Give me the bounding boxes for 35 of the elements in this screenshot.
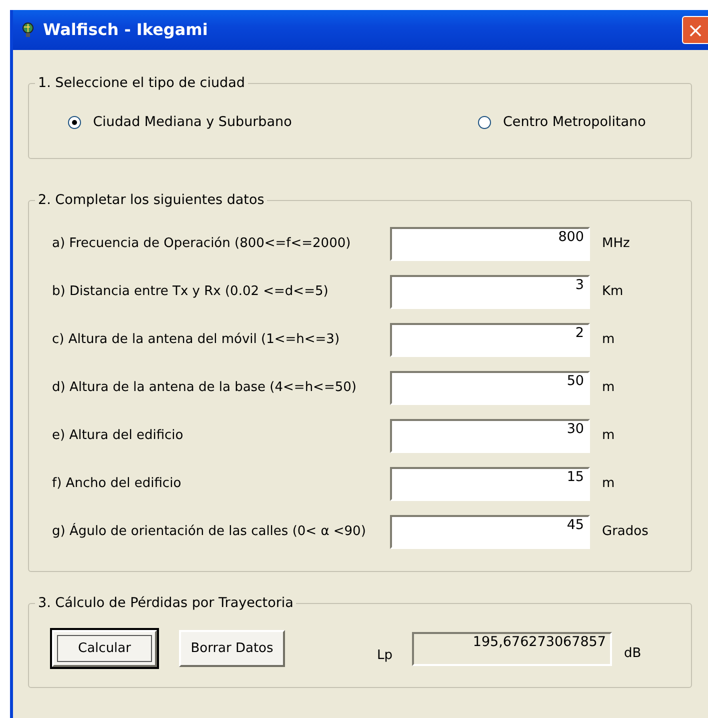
group-legend: 3. Cálculo de Pérdidas por Trayectoria [35, 594, 296, 612]
input-field[interactable]: 30 [390, 419, 590, 453]
input-field[interactable]: 2 [390, 323, 590, 357]
field-label: c) Altura de la antena del móvil (1<=h<=3) [51, 331, 341, 350]
input-field[interactable]: 45 [390, 515, 590, 549]
field-label: b) Distancia entre Tx y Rx (0.02 <=d<=5) [51, 283, 330, 302]
input-field[interactable]: 3 [390, 275, 590, 309]
calculate-button[interactable]: Calcular [52, 630, 157, 667]
unit-label: m [601, 379, 615, 398]
input-field[interactable]: 15 [390, 467, 590, 501]
radio-button[interactable] [68, 116, 81, 129]
unit-label: Grados [601, 523, 648, 542]
unit-label: m [601, 475, 615, 494]
unit-label: MHz [601, 235, 630, 254]
radio-label: Ciudad Mediana y Suburbano [93, 113, 292, 132]
input-field[interactable]: 50 [390, 371, 590, 405]
field-label: a) Frecuencia de Operación (800<=f<=2000) [51, 235, 352, 254]
output-field[interactable]: 195,676273067857 [412, 632, 612, 666]
group-legend: 2. Completar los siguientes datos [35, 191, 268, 209]
close-button[interactable]: × [682, 16, 708, 44]
unit-label: dB [623, 644, 642, 663]
radio-button[interactable] [478, 116, 491, 129]
radio-label: Centro Metropolitano [503, 113, 646, 132]
window-title: Walfisch - Ikegami [43, 19, 208, 41]
field-label: e) Altura del edificio [51, 427, 184, 446]
unit-label: Km [601, 283, 624, 302]
input-field[interactable]: 800 [390, 227, 590, 261]
field-label: f) Ancho del edificio [51, 475, 182, 494]
field-label: g) Águlo de orientación de las calles (0< α <90) [51, 522, 367, 542]
clear-button[interactable]: Borrar Datos [179, 630, 285, 667]
unit-label: m [601, 427, 615, 446]
field-label: d) Altura de la antena de la base (4<=h<=50) [51, 379, 358, 398]
output-label: Lp [377, 646, 394, 665]
group-legend: 1. Seleccione el tipo de ciudad [35, 74, 248, 92]
unit-label: m [601, 331, 615, 350]
